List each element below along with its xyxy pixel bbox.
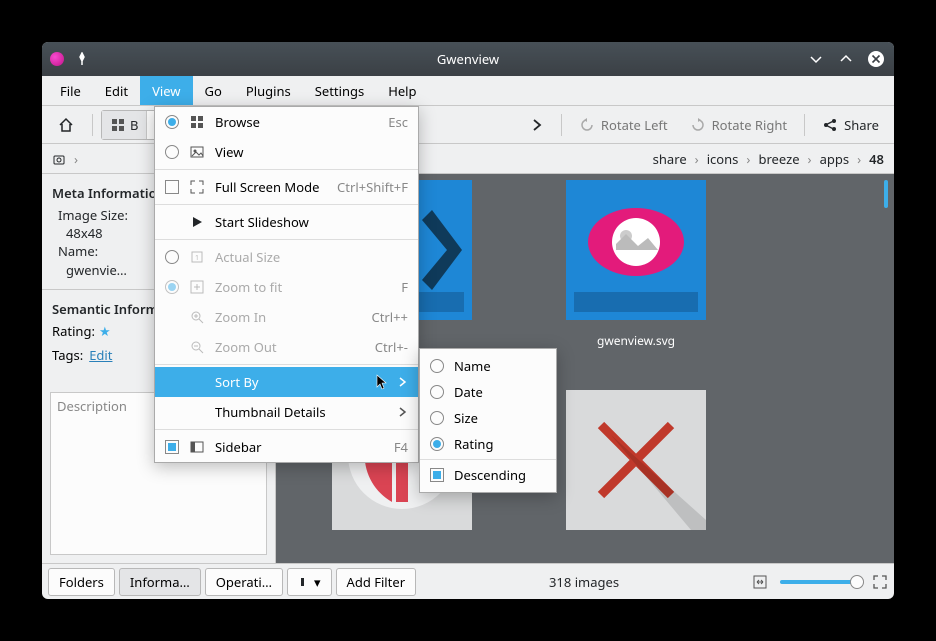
sort-date[interactable]: Date (420, 379, 556, 405)
dd-sidebar[interactable]: Sidebar F4 (155, 432, 418, 462)
checkbox-icon (430, 468, 444, 482)
dd-fullscreen[interactable]: Full Screen Mode Ctrl+Shift+F (155, 172, 418, 202)
thumbnail-size-button[interactable]: ▾ (287, 568, 332, 596)
zoom-fit-icon (189, 279, 205, 295)
chevron-right-icon: › (74, 150, 78, 168)
bc-root[interactable] (52, 152, 66, 166)
menu-help[interactable]: Help (376, 76, 428, 105)
image-icon (189, 144, 205, 160)
titlebar: Gwenview (42, 42, 894, 76)
tab-operations[interactable]: Operati… (205, 568, 283, 596)
sort-submenu: Name Date Size Rating Descending (419, 348, 557, 493)
sort-size[interactable]: Size (420, 405, 556, 431)
radio-icon (430, 385, 444, 399)
checkbox-icon (165, 180, 179, 194)
bc-share[interactable]: share (653, 150, 687, 168)
radio-icon (430, 411, 444, 425)
tab-folders[interactable]: Folders (48, 568, 115, 596)
menu-view[interactable]: View (140, 76, 192, 105)
menu-edit[interactable]: Edit (93, 76, 140, 105)
minimize-button[interactable] (806, 49, 826, 69)
radio-icon (165, 280, 179, 294)
tab-information[interactable]: Informa… (119, 568, 201, 596)
checkbox-icon (165, 440, 179, 454)
close-button[interactable] (866, 49, 886, 69)
dd-view[interactable]: View (155, 137, 418, 167)
menu-go[interactable]: Go (193, 76, 234, 105)
app-window: Gwenview File Edit View Go Plugins Setti… (42, 42, 894, 599)
thumbnail-label: gwenview.svg (566, 332, 706, 349)
menu-file[interactable]: File (48, 76, 93, 105)
cursor-icon (376, 374, 388, 390)
grid-icon (189, 114, 205, 130)
play-icon (189, 214, 205, 230)
home-button[interactable] (48, 110, 84, 140)
radio-icon (165, 115, 179, 129)
menu-plugins[interactable]: Plugins (234, 76, 303, 105)
status-text: 318 images (420, 573, 748, 591)
dd-zoom-out: Zoom Out Ctrl+- (155, 332, 418, 362)
app-icon (50, 52, 64, 66)
maximize-button[interactable] (836, 49, 856, 69)
tags-label: Tags: (52, 346, 83, 364)
radio-icon (165, 145, 179, 159)
rotate-right-button[interactable]: Rotate Right (681, 110, 797, 140)
bc-breeze[interactable]: breeze (758, 150, 799, 168)
dd-actual-size: 1 Actual Size (155, 242, 418, 272)
zoom-out-icon (189, 339, 205, 355)
svg-text:1: 1 (195, 254, 199, 263)
chevron-right-icon (398, 407, 408, 417)
menubar: File Edit View Go Plugins Settings Help (42, 76, 894, 106)
radio-icon (165, 250, 179, 264)
fullscreen-icon (189, 179, 205, 195)
sort-descending[interactable]: Descending (420, 462, 556, 488)
bc-current[interactable]: 48 (869, 150, 884, 168)
name-value: gwenview.svg (66, 261, 136, 279)
rating-label: Rating: (52, 322, 95, 340)
browse-mode-button[interactable]: B (102, 111, 147, 139)
chevron-right-icon (398, 377, 408, 387)
radio-icon (430, 437, 444, 451)
pin-button[interactable] (72, 49, 92, 69)
fit-width-icon[interactable] (752, 574, 768, 590)
bc-icons[interactable]: icons (707, 150, 739, 168)
dd-thumbnail-details[interactable]: Thumbnail Details (155, 397, 418, 427)
bottombar: Folders Informa… Operati… ▾ Add Filter 3… (42, 563, 894, 599)
dd-sort-by[interactable]: Sort By (155, 367, 418, 397)
tags-edit-link[interactable]: Edit (89, 346, 112, 364)
zoom-actual-icon: 1 (189, 249, 205, 265)
sort-name[interactable]: Name (420, 353, 556, 379)
scrollbar[interactable] (884, 180, 888, 208)
thumbnail-gwenview[interactable]: gwenview.svg (566, 180, 706, 320)
zoom-slider[interactable] (780, 580, 860, 584)
dd-zoom-fit: Zoom to fit F (155, 272, 418, 302)
nav-forward-button[interactable] (521, 110, 553, 140)
thumbnail-item[interactable] (566, 390, 706, 530)
dd-browse[interactable]: Browse Esc (155, 107, 418, 137)
add-filter-button[interactable]: Add Filter (336, 568, 417, 596)
dd-zoom-in: Zoom In Ctrl++ (155, 302, 418, 332)
bc-apps[interactable]: apps (820, 150, 850, 168)
window-title: Gwenview (42, 50, 894, 68)
rotate-left-button[interactable]: Rotate Left (570, 110, 677, 140)
sort-rating[interactable]: Rating (420, 431, 556, 457)
dd-slideshow[interactable]: Start Slideshow (155, 207, 418, 237)
radio-icon (430, 359, 444, 373)
star-icon[interactable]: ★ (99, 322, 111, 340)
fullscreen-icon[interactable] (872, 574, 888, 590)
share-button[interactable]: Share (813, 110, 888, 140)
view-dropdown: Browse Esc View Full Screen Mode Ctrl+Sh… (154, 106, 419, 463)
zoom-in-icon (189, 309, 205, 325)
menu-settings[interactable]: Settings (303, 76, 376, 105)
sidebar-icon (189, 439, 205, 455)
